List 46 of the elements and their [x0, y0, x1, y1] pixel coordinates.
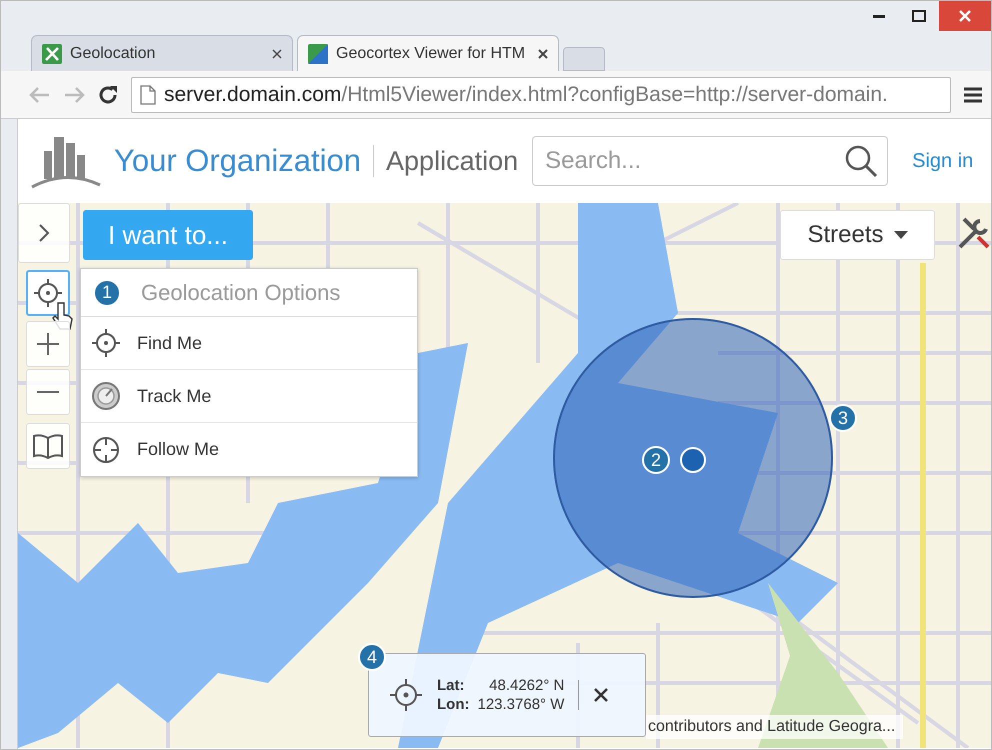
radar-icon	[91, 381, 121, 411]
tools-icon	[42, 44, 62, 64]
basemap-dropdown[interactable]: Streets	[780, 210, 935, 260]
longitude-label: Lon:	[437, 695, 470, 714]
callout-number: 1	[93, 278, 121, 306]
crosshair-icon	[389, 678, 423, 712]
bookmarks-button[interactable]	[26, 423, 70, 469]
tab-title: Geolocation	[70, 44, 156, 64]
menu-icon[interactable]	[963, 86, 983, 104]
map-attribution: contributors and Latitude Geogra...	[646, 715, 904, 739]
menu-title: Geolocation Options	[141, 279, 340, 307]
minimize-icon[interactable]	[873, 14, 885, 18]
zoom-in-button[interactable]	[26, 321, 70, 367]
browser-tab[interactable]: Geolocation	[31, 35, 293, 71]
organization-name: Your Organization	[114, 142, 362, 180]
crosshair-icon	[33, 278, 63, 308]
book-icon	[32, 433, 64, 459]
browser-tab[interactable]: Geocortex Viewer for HTM	[297, 35, 559, 71]
target-icon	[91, 434, 121, 464]
reload-icon[interactable]	[97, 84, 119, 106]
address-bar[interactable]: server.domain.com/Html5Viewer/index.html?configBase=http://server-domain.	[131, 76, 951, 112]
menu-item[interactable]: Track Me	[81, 370, 417, 423]
minus-icon	[36, 390, 60, 394]
caret-icon	[894, 231, 908, 239]
geolocation-button[interactable]	[26, 270, 70, 316]
page-icon	[140, 84, 156, 104]
plus-icon	[36, 332, 60, 356]
search-field[interactable]: Search...	[532, 136, 888, 186]
latitude-value: 48.4262° N	[488, 676, 564, 695]
menu-item[interactable]: Find Me	[81, 317, 417, 370]
close-icon[interactable]	[593, 687, 610, 703]
application-name: Application	[386, 144, 518, 178]
longitude-value: 123.3768° W	[477, 695, 564, 714]
maximize-icon[interactable]	[912, 10, 926, 22]
latitude-label: Lat:	[437, 676, 466, 695]
tab-title: Geocortex Viewer for HTM	[336, 44, 526, 64]
menu-item[interactable]: Follow Me	[81, 423, 417, 476]
close-icon[interactable]	[272, 48, 282, 58]
close-icon[interactable]	[538, 48, 548, 58]
search-icon[interactable]	[844, 144, 878, 178]
zoom-out-button[interactable]	[26, 369, 70, 415]
map-app-icon	[308, 44, 328, 64]
sign-in-link[interactable]: Sign in	[912, 146, 974, 176]
crosshair-icon	[91, 328, 121, 358]
chevron-right-icon	[38, 223, 50, 243]
tools-icon[interactable]	[956, 215, 991, 251]
